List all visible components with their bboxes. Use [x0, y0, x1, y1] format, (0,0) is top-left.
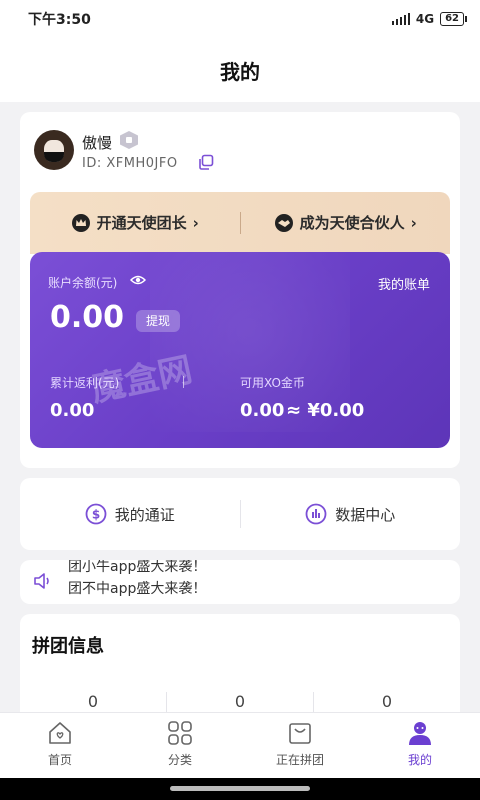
promo-banner: 开通天使团长 › 成为天使合伙人 › [30, 192, 450, 254]
status-bar: 下午3:50 4G 62 [0, 0, 480, 38]
signal-icon [391, 13, 410, 25]
battery-icon: 62 [440, 12, 467, 26]
svg-text:$: $ [92, 508, 100, 522]
bag-icon [289, 723, 311, 744]
eye-icon[interactable] [130, 274, 146, 286]
profile-card: 傲慢 ID: XFMH0JFO 开通天使团长 › 成为天使合伙人 › 账户余额(… [20, 112, 460, 468]
my-bill-link[interactable]: 我的账单 [378, 274, 430, 293]
tab-mine-label: 我的 [407, 753, 432, 767]
group-info-title: 拼团信息 [32, 636, 104, 657]
tab-group-buying[interactable]: 正在拼团 [240, 713, 360, 778]
title-bar: 我的 [0, 38, 480, 102]
dollar-coin-icon: $ [85, 503, 107, 525]
notice-bar[interactable]: 团小牛app盛大来袭！ 团不中app盛大来袭！ [20, 560, 460, 604]
cumulative-rebate-value: 0.00 [50, 400, 95, 421]
xo-coins-equivalent: ≈ ¥0.00 [286, 400, 365, 421]
xo-coins-value: 0.00 [240, 400, 285, 421]
user-icon [409, 722, 431, 745]
wallet-divider [183, 376, 184, 388]
copy-icon[interactable] [198, 154, 214, 170]
status-time: 下午3:50 [28, 12, 91, 28]
notice-line: 团不中app盛大来袭！ [68, 581, 207, 597]
cumulative-rebate-label: 累计返利(元) [50, 376, 120, 390]
chevron-right-icon: › [192, 213, 199, 232]
open-angel-leader-link[interactable]: 开通天使团长 › [30, 212, 240, 233]
username: 傲慢 [82, 134, 113, 152]
home-icon [49, 722, 71, 744]
my-certificate-label: 我的通证 [114, 505, 175, 524]
status-right: 4G 62 [391, 12, 467, 26]
avatar[interactable] [34, 130, 74, 170]
user-id: ID: XFMH0JFO [82, 156, 178, 171]
tab-category-label: 分类 [167, 753, 192, 767]
grid-icon [168, 721, 192, 745]
balance-value: 0.00 [50, 300, 125, 335]
handshake-icon [274, 213, 293, 232]
wallet-panel: 账户余额(元) 我的账单 0.00 提现 累计返利(元) 可用XO金币 0.00… [30, 252, 450, 448]
tab-home[interactable]: 首页 [0, 713, 120, 778]
network-type: 4G [415, 12, 435, 26]
balance-label: 账户余额(元) [48, 276, 118, 290]
chevron-right-icon: › [410, 213, 417, 232]
quick-links-card: $ 我的通证 数据中心 [20, 478, 460, 550]
battery-level: 62 [445, 13, 459, 24]
level-badge-icon [120, 131, 138, 149]
crown-icon [71, 213, 90, 232]
data-center-label: 数据中心 [335, 505, 396, 524]
open-angel-leader-label: 开通天使团长 [96, 214, 187, 232]
tab-group-buying-label: 正在拼团 [275, 753, 324, 767]
xo-coins-label: 可用XO金币 [240, 376, 305, 390]
tab-category[interactable]: 分类 [120, 713, 240, 778]
notice-marquee: 团小牛app盛大来袭！ 团不中app盛大来袭！ [68, 560, 206, 600]
group-info-card: 拼团信息 0 0 0 [20, 614, 460, 724]
home-indicator[interactable] [170, 786, 310, 791]
data-center-link[interactable]: 数据中心 [241, 503, 461, 525]
become-partner-link[interactable]: 成为天使合伙人 › [241, 212, 451, 233]
tab-home-label: 首页 [47, 753, 72, 767]
notice-line: 团小牛app盛大来袭！ [68, 560, 207, 575]
my-certificate-link[interactable]: $ 我的通证 [20, 503, 240, 525]
tab-mine[interactable]: 我的 [360, 713, 480, 778]
become-partner-label: 成为天使合伙人 [299, 214, 405, 232]
bar-chart-icon [305, 503, 327, 525]
bottom-tab-bar: 首页 分类 正在拼团 我的 [0, 712, 480, 778]
withdraw-button[interactable]: 提现 [136, 310, 181, 332]
page-title: 我的 [220, 59, 260, 84]
system-nav-area [0, 778, 480, 800]
speaker-icon [34, 573, 49, 589]
